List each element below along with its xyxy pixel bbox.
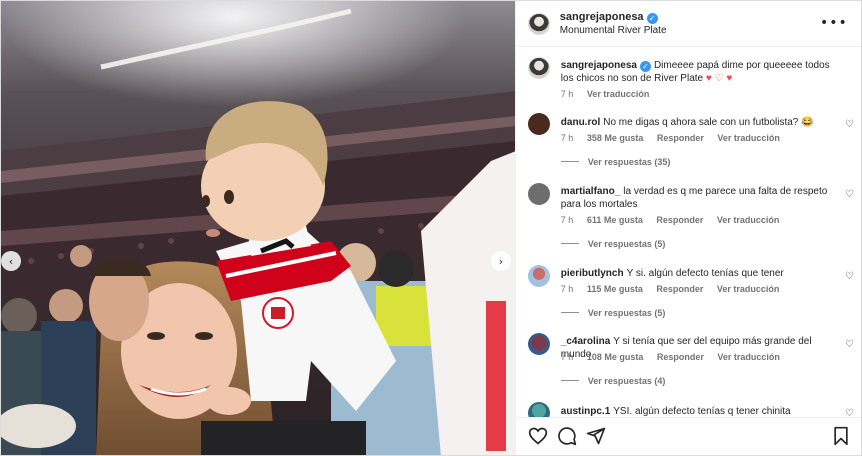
commenter-avatar[interactable]	[527, 265, 550, 287]
instagram-post-window: ‹ › sangrejaponesa ✓ Monumental River Pla…	[0, 0, 862, 456]
comment-meta: 7 h 611 Me gusta Responder Ver traducció…	[561, 215, 791, 225]
share-icon[interactable]	[586, 426, 606, 446]
reply-link[interactable]: Responder	[656, 284, 703, 294]
comment-likes[interactable]: 108 Me gusta	[587, 352, 644, 362]
caption-text-block: sangrejaponesa ✓ Dimeeee papá dime por que…	[561, 59, 831, 85]
comment-time: 7 h	[560, 352, 574, 362]
view-replies-link[interactable]: Ver respuestas (35)	[560, 157, 671, 167]
post-location[interactable]: Monumental River Plate	[560, 24, 667, 38]
comment-time: 7 h	[560, 215, 574, 225]
comment-username[interactable]: martialfano_	[561, 186, 620, 197]
stadium-photo-illustration	[1, 1, 515, 455]
comment-text-block: pieributlynch Y si. algún defecto tenías …	[561, 267, 831, 280]
caption-username[interactable]: sangrejaponesa	[561, 60, 637, 71]
comment-username[interactable]: austinpc.1	[561, 406, 610, 417]
comment-meta: 7 h 115 Me gusta Responder Ver traducció…	[561, 284, 791, 294]
verified-badge-icon: ✓	[646, 13, 658, 24]
more-options-icon[interactable]: •••	[820, 15, 848, 31]
post-side-panel: sangrejaponesa ✓ Monumental River Plate •…	[514, 1, 861, 455]
view-replies-link[interactable]: Ver respuestas (4)	[560, 376, 666, 386]
view-replies-label[interactable]: Ver respuestas (35)	[588, 157, 671, 167]
comment-likes[interactable]: 611 Me gusta	[587, 215, 643, 225]
view-replies-label[interactable]: Ver respuestas (5)	[588, 308, 666, 318]
replies-divider	[560, 161, 579, 162]
next-photo-icon[interactable]: ›	[491, 251, 511, 271]
author-info: sangrejaponesa ✓ Monumental River Plate	[560, 9, 667, 38]
comment-like-icon[interactable]: ♡	[845, 271, 854, 282]
comment-likes[interactable]: 358 Me gusta	[587, 133, 644, 143]
comment-icon[interactable]	[557, 426, 577, 446]
heart-emojis: ♥ ♡ ♥	[705, 73, 733, 84]
comment-meta: 7 h 358 Me gusta Responder Ver traducció…	[561, 133, 791, 143]
comment-text-block: danu.rol No me digas q ahora sale con un …	[561, 116, 831, 129]
comment-text: Y si. algún defecto tenías que tener	[626, 268, 784, 279]
heart-icon[interactable]	[528, 426, 548, 446]
commenter-avatar[interactable]	[527, 333, 550, 355]
view-replies-label[interactable]: Ver respuestas (5)	[588, 239, 666, 249]
replies-divider	[560, 312, 579, 313]
commenter-avatar[interactable]	[527, 183, 550, 205]
reply-link[interactable]: Responder	[656, 215, 703, 225]
comment-like-icon[interactable]: ♡	[845, 189, 854, 200]
commenter-avatar[interactable]	[527, 402, 550, 417]
caption-author-avatar[interactable]	[527, 57, 550, 79]
view-replies-link[interactable]: Ver respuestas (5)	[560, 239, 666, 249]
comment-like-icon[interactable]: ♡	[845, 339, 854, 350]
author-username[interactable]: sangrejaponesa	[560, 11, 644, 23]
comment-like-icon[interactable]: ♡	[845, 408, 854, 417]
post-header: sangrejaponesa ✓ Monumental River Plate •…	[515, 1, 861, 47]
previous-photo-icon[interactable]: ‹	[1, 251, 21, 271]
caption-time: 7 h	[560, 89, 574, 99]
comment-username[interactable]: danu.rol	[561, 117, 600, 128]
comment-meta: 7 h 108 Me gusta Responder Ver traducció…	[561, 352, 791, 362]
comment-text: No me digas q ahora sale con un futbolis…	[603, 117, 814, 128]
caption-meta: 7 h Ver traducción	[561, 89, 661, 99]
comment-like-icon[interactable]: ♡	[845, 119, 854, 130]
translate-link[interactable]: Ver traducción	[717, 352, 780, 362]
translate-link[interactable]: Ver traducción	[717, 133, 780, 143]
caption-translate-link[interactable]: Ver traducción	[587, 89, 650, 99]
view-replies-label[interactable]: Ver respuestas (4)	[588, 376, 666, 386]
author-avatar[interactable]	[527, 12, 550, 35]
view-replies-link[interactable]: Ver respuestas (5)	[560, 308, 666, 318]
comments-list: sangrejaponesa ✓ Dimeeee papá dime por que…	[516, 47, 861, 417]
comment-text-block: austinpc.1 YSI. algún defecto tenías q te…	[561, 405, 831, 417]
comment-text: YSI. algún defecto tenías q tener chinit…	[613, 406, 791, 417]
reply-link[interactable]: Responder	[657, 352, 704, 362]
caption-verified-icon: ✓	[639, 61, 651, 72]
comment-username[interactable]: pieributlynch	[561, 268, 624, 279]
replies-divider	[560, 380, 579, 381]
comment-time: 7 h	[560, 133, 574, 143]
commenter-avatar[interactable]	[527, 113, 550, 135]
post-photo[interactable]: ‹ ›	[1, 1, 515, 455]
reply-link[interactable]: Responder	[657, 133, 704, 143]
post-action-bar	[515, 417, 861, 455]
comment-time: 7 h	[560, 284, 574, 294]
translate-link[interactable]: Ver traducción	[717, 284, 780, 294]
comment-likes[interactable]: 115 Me gusta	[587, 284, 643, 294]
translate-link[interactable]: Ver traducción	[717, 215, 780, 225]
comment-username[interactable]: _c4arolina	[561, 336, 610, 347]
comment-text-block: martialfano_ la verdad es q me parece una…	[561, 185, 831, 211]
replies-divider	[560, 243, 579, 244]
bookmark-icon[interactable]	[831, 426, 851, 446]
